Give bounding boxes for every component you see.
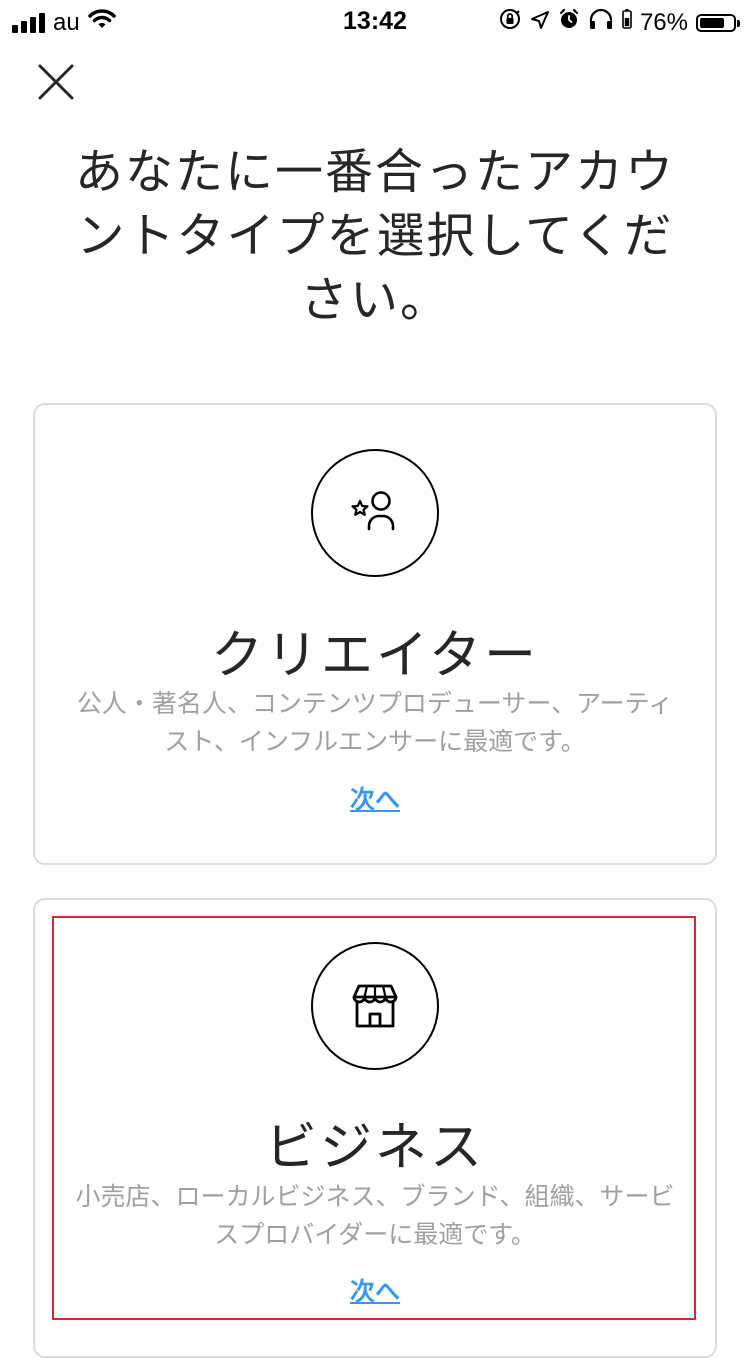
- battery-percent: 76%: [639, 8, 688, 36]
- business-title: ビジネス: [264, 1118, 485, 1178]
- business-account-card[interactable]: ビジネス 小売店、ローカルビジネス、ブランド、組織、サービスプロバイダーに最適で…: [33, 898, 717, 1358]
- storefront-icon: [311, 942, 439, 1070]
- headphones-battery-icon: [622, 8, 632, 37]
- creator-title: クリエイター: [211, 626, 539, 686]
- battery-icon: [696, 13, 740, 32]
- battery-fill: [700, 17, 725, 28]
- creator-account-card[interactable]: クリエイター 公人・著名人、コンテンツプロデューサー、アーティスト、インフルエン…: [33, 403, 717, 865]
- page-title: あなたに一番合ったアカウントタイプを選択してください。: [74, 144, 675, 328]
- headphones-icon: [588, 8, 614, 37]
- location-icon: [530, 9, 550, 37]
- close-icon: [38, 64, 74, 100]
- close-button[interactable]: [30, 56, 82, 108]
- creator-star-person-icon: [311, 449, 439, 577]
- status-bar: au 13:42 76%: [0, 0, 750, 40]
- creator-description: 公人・著名人、コンテンツプロデューサー、アーティスト、インフルエンサーに最適です…: [76, 689, 674, 756]
- rotation-lock-icon: [498, 7, 522, 38]
- business-description: 小売店、ローカルビジネス、ブランド、組織、サービスプロバイダーに最適です。: [75, 1182, 675, 1249]
- creator-next-link[interactable]: 次へ: [35, 780, 715, 816]
- status-right: 76%: [498, 7, 740, 38]
- alarm-icon: [558, 8, 580, 37]
- business-next-link[interactable]: 次へ: [35, 1272, 715, 1308]
